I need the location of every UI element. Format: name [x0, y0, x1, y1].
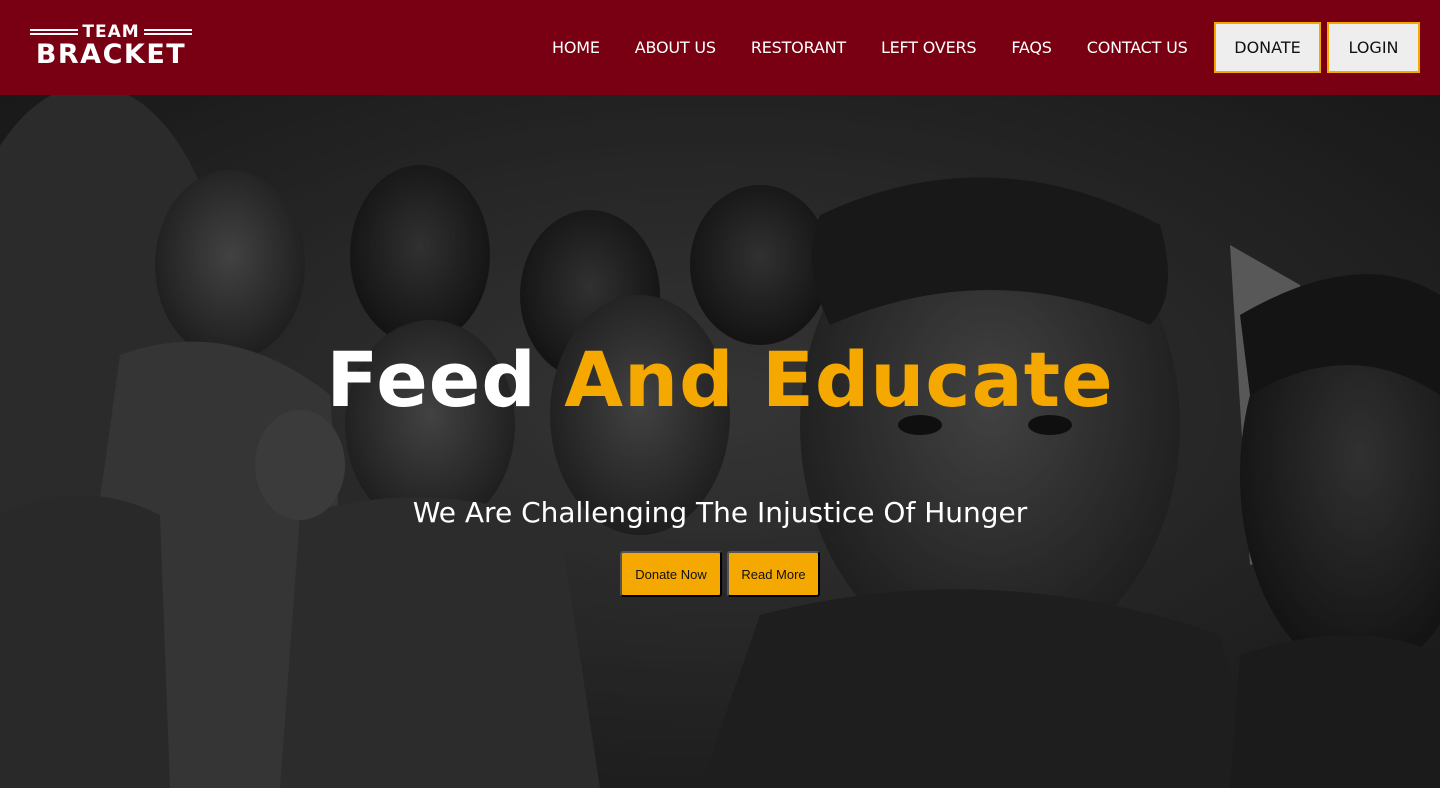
main-nav: HOME ABOUT US RESTORANT LEFT OVERS FAQS …	[552, 0, 1223, 95]
login-button[interactable]: LOGIN	[1327, 22, 1420, 73]
logo-team-text: TEAM	[82, 21, 140, 42]
donate-button[interactable]: DONATE	[1214, 22, 1321, 73]
donate-now-button[interactable]: Donate Now	[620, 551, 722, 597]
read-more-button[interactable]: Read More	[727, 551, 820, 597]
nav-link-about-us[interactable]: ABOUT US	[635, 38, 716, 57]
nav-link-restorant[interactable]: RESTORANT	[751, 38, 846, 57]
nav-link-left-overs[interactable]: LEFT OVERS	[881, 38, 977, 57]
nav-link-faqs[interactable]: FAQS	[1011, 38, 1052, 57]
hero-subtitle: We Are Challenging The Injustice Of Hung…	[412, 496, 1028, 529]
logo-top-row: TEAM	[30, 21, 193, 42]
hero-title-plain: Feed	[326, 335, 537, 424]
hero-action-buttons: Donate Now Read More	[620, 551, 820, 597]
hero-title: Feed And Educate	[0, 335, 1440, 425]
nav-link-home[interactable]: HOME	[552, 38, 600, 57]
top-navbar: TEAM BRACKET HOME ABOUT US RESTORANT LEF…	[0, 0, 1440, 95]
team-bracket-logo[interactable]: TEAM BRACKET	[30, 21, 193, 73]
hero-dark-overlay	[0, 95, 1440, 788]
hero-title-accent: And Educate	[564, 335, 1114, 424]
logo-right-rule	[143, 28, 193, 35]
logo-bracket-text: BRACKET	[35, 38, 187, 70]
nav-link-contact-us[interactable]: CONTACT US	[1087, 38, 1188, 57]
nav-button-group: DONATE LOGIN	[1214, 22, 1420, 73]
logo-left-rule	[30, 28, 79, 35]
hero-section: Feed And Educate We Are Challenging The …	[0, 95, 1440, 788]
